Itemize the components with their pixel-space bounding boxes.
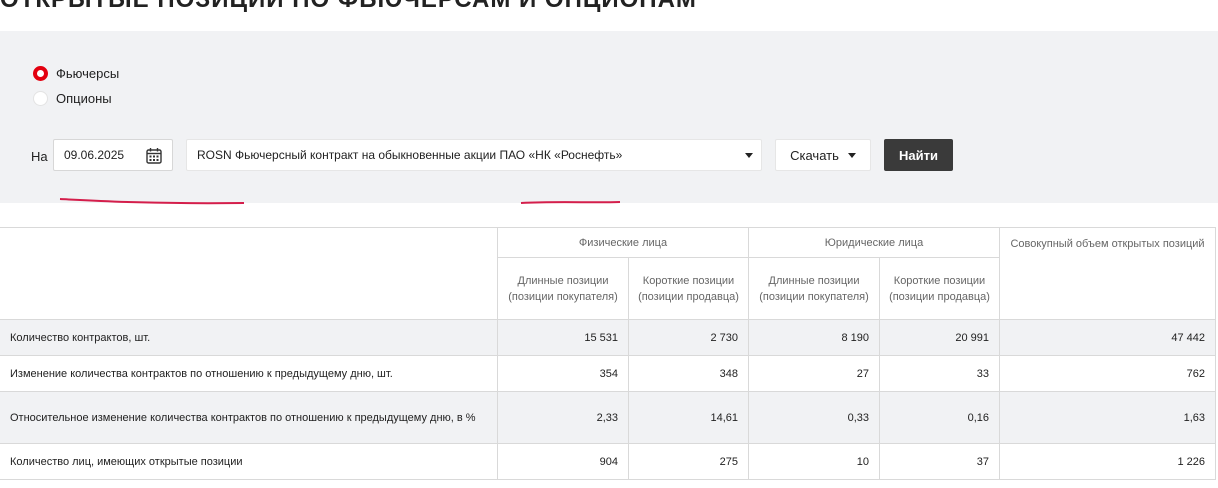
radio-futures[interactable]: Фьючерсы: [33, 64, 119, 82]
cell-individuals-short: 275: [628, 443, 749, 480]
page: ОТКРЫТЫЕ ПОЗИЦИИ ПО ФЬЮЧЕРСАМ И ОПЦИОНАМ…: [0, 0, 1218, 488]
cell-total: 1,63: [999, 391, 1216, 444]
cell-individuals-short: 14,61: [628, 391, 749, 444]
cell-individuals-long: 15 531: [497, 319, 629, 356]
table-row: Относительное изменение количества контр…: [0, 391, 1216, 444]
cell-legal-short: 33: [879, 355, 1000, 392]
chevron-down-icon[interactable]: [745, 152, 753, 158]
row-label: Количество контрактов, шт.: [0, 319, 498, 356]
cell-total: 762: [999, 355, 1216, 392]
download-button[interactable]: Скачать: [775, 139, 871, 171]
header-total: Совокупный объем открытых позиций: [999, 227, 1216, 320]
cell-legal-short: 37: [879, 443, 1000, 480]
page-title: ОТКРЫТЫЕ ПОЗИЦИИ ПО ФЬЮЧЕРСАМ И ОПЦИОНАМ: [0, 0, 1218, 16]
header-individuals-short: Короткие позиции (позиции продавца): [628, 257, 749, 320]
header-individuals: Физические лица: [497, 227, 749, 258]
cell-individuals-short: 348: [628, 355, 749, 392]
table-row: Количество лиц, имеющих открытые позиции…: [0, 443, 1216, 480]
calendar-icon[interactable]: [146, 147, 162, 164]
cell-total: 47 442: [999, 319, 1216, 356]
table-row: Количество контрактов, шт. 15 531 2 730 …: [0, 319, 1216, 356]
radio-futures-label: Фьючерсы: [56, 65, 120, 81]
date-input[interactable]: 09.06.2025: [53, 139, 173, 171]
radio-options-label: Опционы: [56, 90, 112, 106]
cell-legal-long: 0,33: [748, 391, 880, 444]
row-label: Относительное изменение количества контр…: [0, 391, 498, 444]
row-label: Количество лиц, имеющих открытые позиции: [0, 443, 498, 480]
date-value: 09.06.2025: [64, 148, 125, 162]
chevron-down-icon: [847, 152, 856, 158]
download-button-label: Скачать: [790, 147, 839, 163]
contract-underline: [520, 201, 621, 204]
open-positions-table: Физические лица Юридические лица Совокуп…: [0, 227, 1216, 480]
header-individuals-long: Длинные позиции (позиции покупателя): [497, 257, 629, 320]
contract-select[interactable]: ROSN Фьючерсный контракт на обыкновенные…: [186, 139, 762, 171]
cell-individuals-long: 904: [497, 443, 629, 480]
header-legal-entities: Юридические лица: [748, 227, 1000, 258]
table-corner-cell: [0, 227, 498, 320]
contract-select-value: ROSN Фьючерсный контракт на обыкновенные…: [197, 148, 623, 162]
radio-options[interactable]: Опционы: [33, 89, 112, 107]
cell-legal-short: 20 991: [879, 319, 1000, 356]
header-legal-long: Длинные позиции (позиции покупателя): [748, 257, 880, 320]
filter-panel: Фьючерсы Опционы На 09.06.2025 ROSN Фьюч…: [0, 31, 1218, 205]
cell-individuals-short: 2 730: [628, 319, 749, 356]
row-label: Изменение количества контрактов по отнош…: [0, 355, 498, 392]
header-legal-short: Короткие позиции (позиции продавца): [879, 257, 1000, 320]
cell-individuals-long: 2,33: [497, 391, 629, 444]
cell-individuals-long: 354: [497, 355, 629, 392]
radio-futures-control[interactable]: [33, 65, 48, 81]
cell-legal-short: 0,16: [879, 391, 1000, 444]
date-underline: [59, 198, 245, 205]
cell-total: 1 226: [999, 443, 1216, 480]
date-prefix-label: На: [31, 149, 48, 164]
table-group-header-row: Физические лица Юридические лица Совокуп…: [0, 227, 1216, 320]
find-button[interactable]: Найти: [884, 139, 953, 171]
radio-options-control[interactable]: [33, 90, 48, 106]
table-row: Изменение количества контрактов по отнош…: [0, 355, 1216, 392]
cell-legal-long: 8 190: [748, 319, 880, 356]
cell-legal-long: 27: [748, 355, 880, 392]
cell-legal-long: 10: [748, 443, 880, 480]
